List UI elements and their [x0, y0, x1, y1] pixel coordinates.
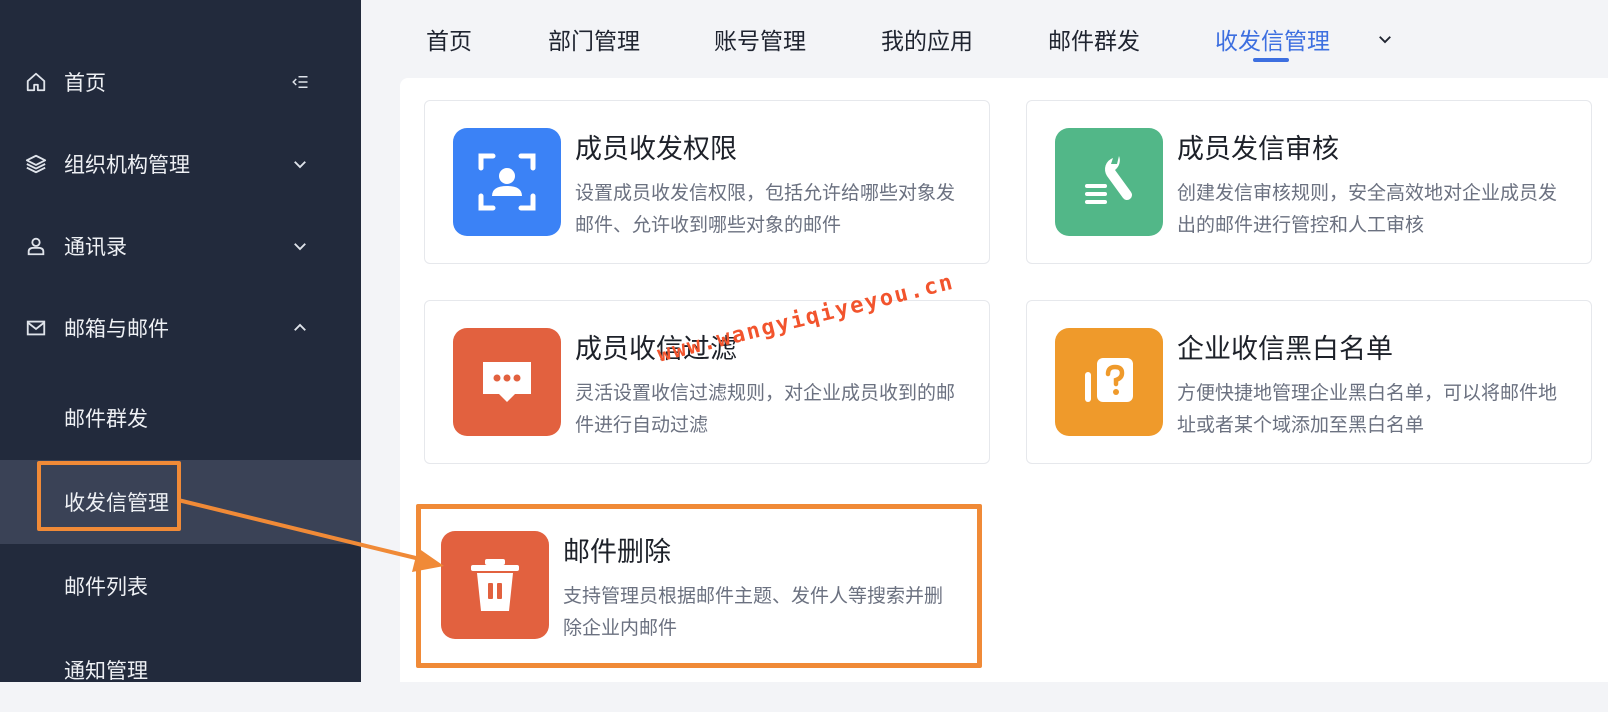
- face-scan-icon: [453, 128, 561, 236]
- card-title: 邮件删除: [563, 537, 671, 568]
- card-description: 支持管理员根据邮件主题、发件人等搜索并删除企业内邮件: [563, 585, 944, 639]
- sidebar-item-label: 通讯录: [64, 235, 127, 259]
- tab-mass-mail[interactable]: 邮件群发: [1048, 22, 1140, 56]
- chevron-down-icon[interactable]: [1376, 30, 1394, 48]
- sidebar-item-label: 组织机构管理: [64, 153, 190, 177]
- sidebar-item-home[interactable]: 首页: [0, 40, 361, 124]
- card-send-review[interactable]: 成员发信审核 创建发信审核规则，安全高效地对企业成员发出的邮件进行管控和人工审核: [1026, 100, 1592, 264]
- tab-accounts[interactable]: 账号管理: [714, 22, 806, 56]
- card-description: 创建发信审核规则，安全高效地对企业成员发出的邮件进行管控和人工审核: [1177, 182, 1558, 236]
- card-blackwhite-list[interactable]: 企业收信黑白名单 方便快捷地管理企业黑白名单，可以将邮件地址或者某个域添加至黑白…: [1026, 300, 1592, 464]
- sidebar-item-label: 首页: [64, 71, 106, 95]
- chevron-down-icon: [294, 243, 306, 251]
- active-tab-indicator: [1253, 58, 1289, 62]
- sidebar-item-mail-list[interactable]: 邮件列表: [0, 544, 361, 628]
- sidebar-item-label: 邮箱与邮件: [64, 317, 169, 341]
- card-title: 成员发信审核: [1177, 134, 1339, 165]
- annotation-highlight-box: [37, 461, 181, 531]
- sidebar-item-label: 邮件列表: [64, 575, 148, 599]
- tab-department[interactable]: 部门管理: [548, 22, 640, 56]
- card-description: 设置成员收发信权限，包括允许给哪些对象发邮件、允许收到哪些对象的邮件: [575, 182, 956, 236]
- chevron-up-icon: [294, 323, 306, 331]
- card-receive-filter[interactable]: 成员收信过滤 灵活设置收信过滤规则，对企业成员收到的邮件进行自动过滤: [424, 300, 990, 464]
- sidebar-item-contacts[interactable]: 通讯录: [0, 204, 361, 288]
- trash-icon: [441, 531, 549, 639]
- chat-bubble-icon: [453, 328, 561, 436]
- tab-mail-management[interactable]: 收发信管理: [1215, 22, 1330, 56]
- sidebar-item-label: 邮件群发: [64, 407, 148, 431]
- sidebar-item-mass-mail[interactable]: 邮件群发: [0, 376, 361, 460]
- wrench-icon: [1055, 128, 1163, 236]
- question-doc-icon: [1055, 328, 1163, 436]
- menu-fold-icon[interactable]: [291, 73, 309, 91]
- card-mail-delete[interactable]: 邮件删除 支持管理员根据邮件主题、发件人等搜索并删除企业内邮件: [416, 504, 982, 668]
- content-panel: 成员收发权限 设置成员收发信权限，包括允许给哪些对象发邮件、允许收到哪些对象的邮…: [400, 78, 1608, 682]
- card-description: 方便快捷地管理企业黑白名单，可以将邮件地址或者某个域添加至黑白名单: [1177, 382, 1558, 436]
- sidebar-item-label: 通知管理: [64, 659, 148, 683]
- card-title: 成员收发权限: [575, 134, 737, 165]
- sidebar-item-mail[interactable]: 邮箱与邮件: [0, 286, 361, 370]
- sidebar: 首页 组织机构管理 通讯录 邮箱与邮件 邮件群发 收发信管理 邮件列表 通知管理: [0, 0, 361, 683]
- tab-apps[interactable]: 我的应用: [881, 22, 973, 56]
- tab-home[interactable]: 首页: [426, 22, 472, 56]
- card-member-permissions[interactable]: 成员收发权限 设置成员收发信权限，包括允许给哪些对象发邮件、允许收到哪些对象的邮…: [424, 100, 990, 264]
- user-icon: [27, 237, 45, 256]
- sidebar-item-notifications[interactable]: 通知管理: [0, 628, 361, 712]
- card-description: 灵活设置收信过滤规则，对企业成员收到的邮件进行自动过滤: [575, 382, 956, 436]
- card-title: 企业收信黑白名单: [1177, 334, 1393, 365]
- sidebar-item-org[interactable]: 组织机构管理: [0, 122, 361, 206]
- home-icon: [26, 72, 46, 92]
- layers-icon: [25, 154, 47, 174]
- mail-icon: [26, 320, 46, 336]
- chevron-down-icon: [294, 161, 306, 169]
